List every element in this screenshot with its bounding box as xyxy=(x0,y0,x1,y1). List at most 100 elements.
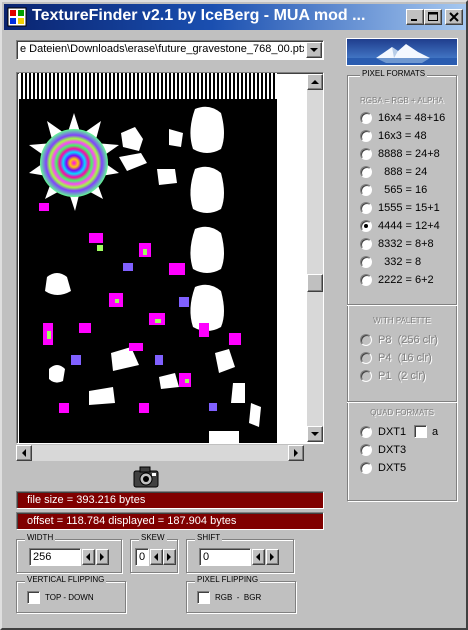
width-increment-button[interactable] xyxy=(96,549,109,565)
palette-format-radio-0[interactable]: P8 (256 clr) xyxy=(360,332,438,348)
pixel-format-radio-9[interactable]: 2222 = 6+2 xyxy=(360,272,434,288)
dxt1-alpha-checkbox[interactable]: a xyxy=(414,425,438,438)
quad-format-label: DXT1 xyxy=(378,426,407,438)
pixel-format-radio-7[interactable]: 8332 = 8+8 xyxy=(360,236,434,252)
file-path-combo[interactable]: e Dateien\Downloads\erase\future_gravest… xyxy=(16,40,324,60)
radio-button[interactable] xyxy=(360,462,372,474)
shift-group: SHIFT 0 xyxy=(186,533,294,573)
pixel-formats-label: PIXEL FORMATS xyxy=(360,69,428,78)
quad-format-radio-2[interactable]: DXT5 xyxy=(360,460,406,476)
pixel-format-label: 8888 = 24+8 xyxy=(378,148,440,160)
radio-button[interactable] xyxy=(360,130,372,142)
arrow-left-icon xyxy=(86,553,90,561)
app-icon xyxy=(7,7,27,27)
camera-icon[interactable] xyxy=(132,465,160,489)
scroll-left-button[interactable] xyxy=(16,445,32,461)
title-bar[interactable]: TextureFinder v2.1 by IceBerg - MUA mod … xyxy=(4,4,466,30)
pixel-format-label: 565 = 16 xyxy=(378,184,428,196)
radio-button[interactable] xyxy=(360,256,372,268)
width-label: WIDTH xyxy=(25,533,56,542)
quad-format-label: DXT3 xyxy=(378,444,407,456)
checkbox-box[interactable] xyxy=(27,591,40,604)
arrow-down-icon xyxy=(311,431,319,436)
pixel-format-radio-1[interactable]: 16x3 = 48 xyxy=(360,128,427,144)
quad-format-radio-0[interactable]: DXT1 xyxy=(360,424,406,440)
radio-button[interactable] xyxy=(360,426,372,438)
radio-button[interactable] xyxy=(360,220,372,232)
close-icon xyxy=(449,12,459,22)
close-button[interactable] xyxy=(445,9,463,25)
maximize-icon xyxy=(428,12,438,21)
top-down-checkbox[interactable]: TOP - DOWN xyxy=(27,591,94,604)
radio-button[interactable] xyxy=(360,148,372,160)
iceberg-logo xyxy=(346,38,458,66)
pixel-format-radio-3[interactable]: 888 = 24 xyxy=(360,164,427,180)
radio-button[interactable] xyxy=(360,166,372,178)
pixel-format-radio-4[interactable]: 565 = 16 xyxy=(360,182,427,198)
arrow-up-icon xyxy=(311,79,319,84)
radio-button[interactable] xyxy=(360,184,372,196)
pixel-format-radio-6[interactable]: 4444 = 12+4 xyxy=(360,218,440,234)
vertical-flipping-group: VERTICAL FLIPPING TOP - DOWN xyxy=(16,575,126,613)
texture-canvas[interactable] xyxy=(19,73,277,443)
texture-viewer[interactable] xyxy=(16,72,324,444)
arrow-left-icon xyxy=(21,449,26,457)
pixel-format-label: 888 = 24 xyxy=(378,166,428,178)
pixel-format-label: 1555 = 15+1 xyxy=(378,202,440,214)
minimize-button[interactable] xyxy=(406,9,424,25)
rgb-bgr-checkbox[interactable]: RGB - BGR xyxy=(197,591,261,604)
width-input[interactable]: 256 xyxy=(29,548,81,566)
radio-button[interactable] xyxy=(360,334,372,346)
scroll-down-button[interactable] xyxy=(307,426,323,442)
skew-decrement-button[interactable] xyxy=(150,549,163,565)
shift-input[interactable]: 0 xyxy=(199,548,251,566)
pixel-format-radio-8[interactable]: 332 = 8 xyxy=(360,254,421,270)
pixel-format-label: 16x4 = 48+16 xyxy=(378,112,446,124)
radio-button[interactable] xyxy=(360,370,372,382)
radio-button[interactable] xyxy=(360,238,372,250)
pixel-format-radio-5[interactable]: 1555 = 15+1 xyxy=(360,200,440,216)
arrow-right-icon xyxy=(293,449,298,457)
vertical-scrollbar[interactable] xyxy=(307,74,323,442)
width-decrement-button[interactable] xyxy=(82,549,95,565)
scroll-right-button[interactable] xyxy=(288,445,304,461)
radio-button[interactable] xyxy=(360,202,372,214)
skew-group: SKEW 0 xyxy=(130,533,178,573)
file-path-text: e Dateien\Downloads\erase\future_gravest… xyxy=(20,43,304,55)
arrow-right-icon xyxy=(270,553,274,561)
pixel-format-label: 2222 = 6+2 xyxy=(378,274,434,286)
pixel-flipping-label: PIXEL FLIPPING xyxy=(195,575,261,584)
quad-formats-label: QUAD FORMATS xyxy=(370,408,434,417)
radio-button[interactable] xyxy=(360,352,372,364)
quad-format-radio-1[interactable]: DXT3 xyxy=(360,442,406,458)
arrow-left-icon xyxy=(256,553,260,561)
pixel-format-radio-0[interactable]: 16x4 = 48+16 xyxy=(360,110,445,126)
rgb-bgr-label: RGB - BGR xyxy=(215,593,262,602)
pixel-flipping-group: PIXEL FLIPPING RGB - BGR xyxy=(186,575,296,613)
skew-increment-button[interactable] xyxy=(163,549,176,565)
palette-format-radio-2[interactable]: P1 (2 clr) xyxy=(360,368,426,384)
quad-format-label: DXT5 xyxy=(378,462,407,474)
palette-format-radio-1[interactable]: P4 (16 clr) xyxy=(360,350,432,366)
vertical-flipping-label: VERTICAL FLIPPING xyxy=(25,575,107,584)
pixel-format-label: 16x3 = 48 xyxy=(378,130,427,142)
maximize-button[interactable] xyxy=(424,9,442,25)
radio-button[interactable] xyxy=(360,274,372,286)
shift-decrement-button[interactable] xyxy=(252,549,265,565)
scroll-up-button[interactable] xyxy=(307,74,323,90)
app-window: TextureFinder v2.1 by IceBerg - MUA mod … xyxy=(0,0,468,630)
skew-input[interactable]: 0 xyxy=(135,548,149,566)
shift-increment-button[interactable] xyxy=(266,549,279,565)
checkbox-box[interactable] xyxy=(414,425,427,438)
offset-status: offset = 118.784 displayed = 187.904 byt… xyxy=(16,512,324,530)
palette-format-label: P8 (256 clr) xyxy=(378,334,438,346)
radio-button[interactable] xyxy=(360,444,372,456)
width-group: WIDTH 256 xyxy=(16,533,122,573)
combo-dropdown-button[interactable] xyxy=(306,42,322,58)
radio-button[interactable] xyxy=(360,112,372,124)
pixel-format-radio-2[interactable]: 8888 = 24+8 xyxy=(360,146,440,162)
vertical-scroll-thumb[interactable] xyxy=(307,274,323,292)
checkbox-box[interactable] xyxy=(197,591,210,604)
divider xyxy=(347,401,457,402)
horizontal-scrollbar[interactable] xyxy=(16,445,304,461)
